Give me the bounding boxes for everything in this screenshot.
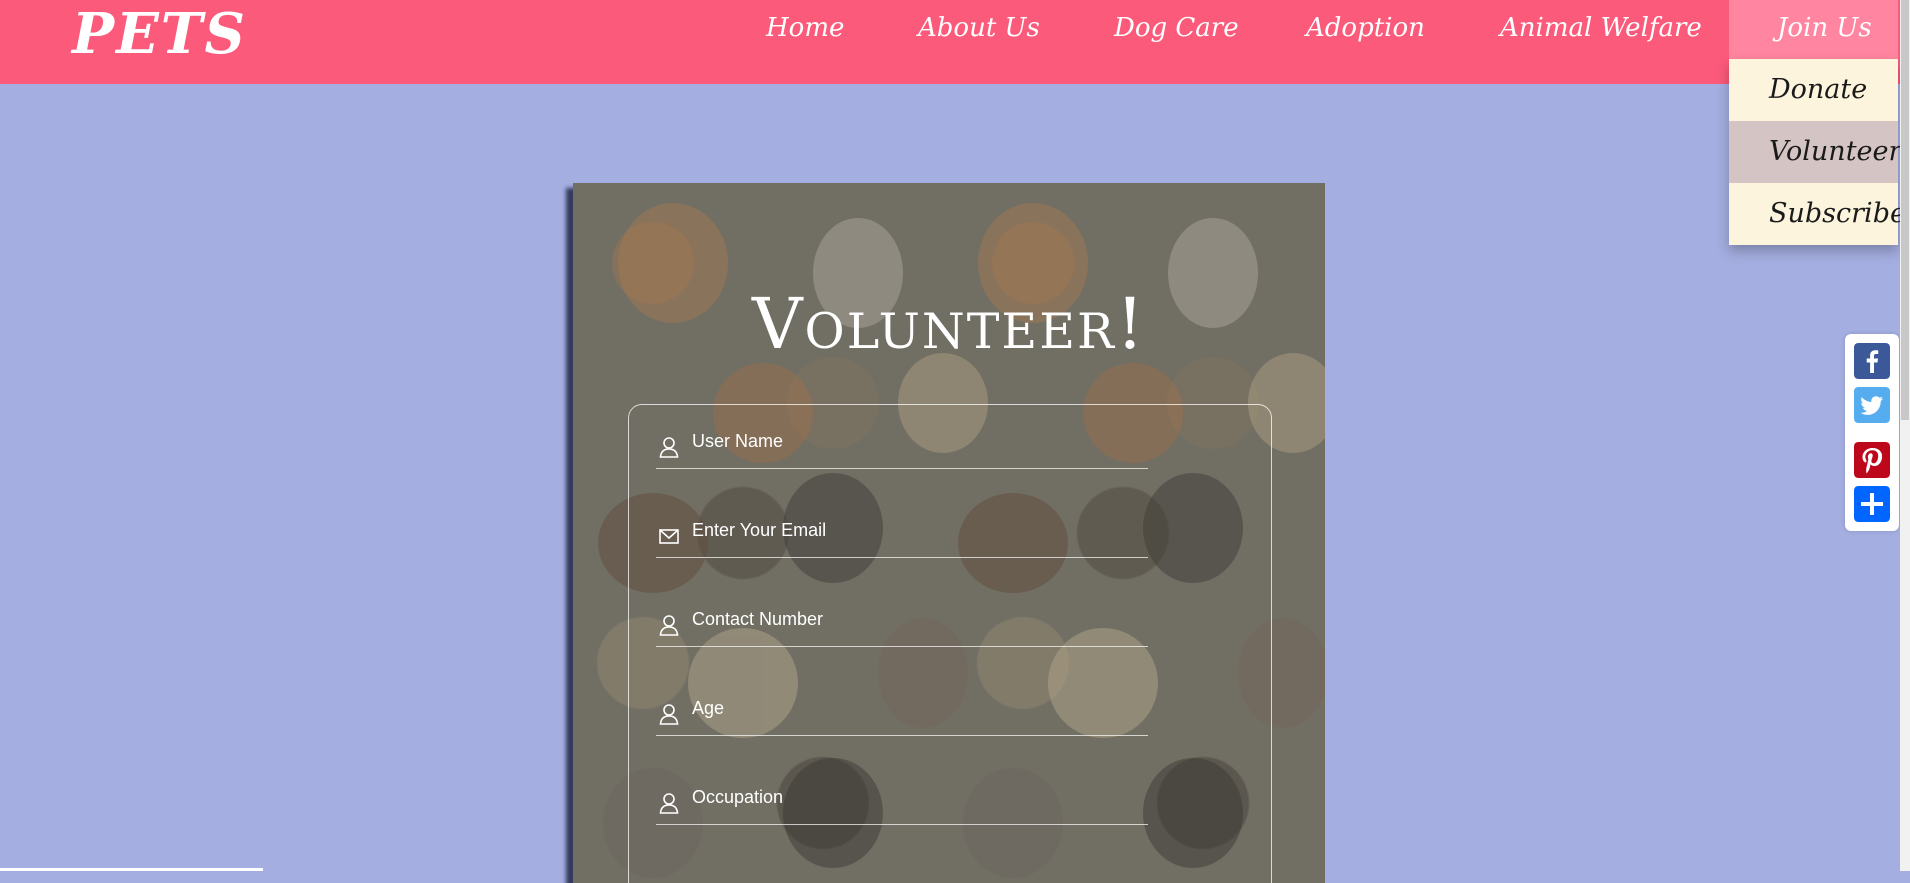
- contact-number-field[interactable]: Contact Number: [656, 583, 1148, 647]
- contact-number-placeholder: Contact Number: [692, 609, 824, 629]
- volunteer-card: Volunteer! User Name Enter Your Email Co…: [573, 183, 1325, 883]
- nav-animal-welfare[interactable]: Animal Welfare: [1500, 8, 1702, 48]
- user-icon: [659, 437, 679, 458]
- page-scrollbar[interactable]: [1900, 0, 1910, 871]
- nav-dog-care[interactable]: Dog Care: [1114, 8, 1239, 48]
- age-field[interactable]: Age: [656, 672, 1148, 736]
- add-share-icon[interactable]: [1854, 486, 1890, 522]
- nav-adoption[interactable]: Adoption: [1306, 8, 1425, 48]
- dropdown-item-volunteer[interactable]: Volunteer: [1729, 121, 1901, 183]
- email-placeholder: Enter Your Email: [692, 520, 827, 540]
- volunteer-form: User Name Enter Your Email Contact Numbe…: [628, 404, 1272, 883]
- site-logo[interactable]: PETS: [72, 2, 247, 66]
- nav-home[interactable]: Home: [766, 8, 844, 48]
- dropdown-item-subscribe[interactable]: Subscribe: [1729, 183, 1906, 245]
- user-icon: [659, 793, 679, 814]
- scrollbar-thumb[interactable]: [1901, 0, 1909, 420]
- user-icon: [659, 615, 679, 636]
- username-placeholder: User Name: [692, 431, 784, 451]
- form-title: Volunteer!: [752, 283, 1146, 365]
- join-us-dropdown: Donate Volunteer Subscribe: [1729, 59, 1906, 245]
- user-icon: [659, 704, 679, 725]
- share-sidebar: [1845, 334, 1899, 531]
- pinterest-icon[interactable]: [1854, 442, 1890, 478]
- facebook-icon[interactable]: [1854, 343, 1890, 379]
- twitter-icon[interactable]: [1854, 387, 1890, 423]
- email-field[interactable]: Enter Your Email: [656, 494, 1148, 558]
- occupation-field[interactable]: Occupation: [656, 761, 1148, 825]
- envelope-icon: [659, 529, 679, 544]
- nav-join-us[interactable]: Join Us: [1729, 0, 1898, 59]
- age-placeholder: Age: [692, 698, 725, 718]
- top-navbar: PETS Home About Us Dog Care Adoption Ani…: [0, 0, 1900, 84]
- nav-about-us[interactable]: About Us: [918, 8, 1040, 48]
- occupation-placeholder: Occupation: [692, 787, 784, 807]
- dropdown-item-donate[interactable]: Donate: [1729, 59, 1898, 121]
- username-field[interactable]: User Name: [656, 405, 1148, 469]
